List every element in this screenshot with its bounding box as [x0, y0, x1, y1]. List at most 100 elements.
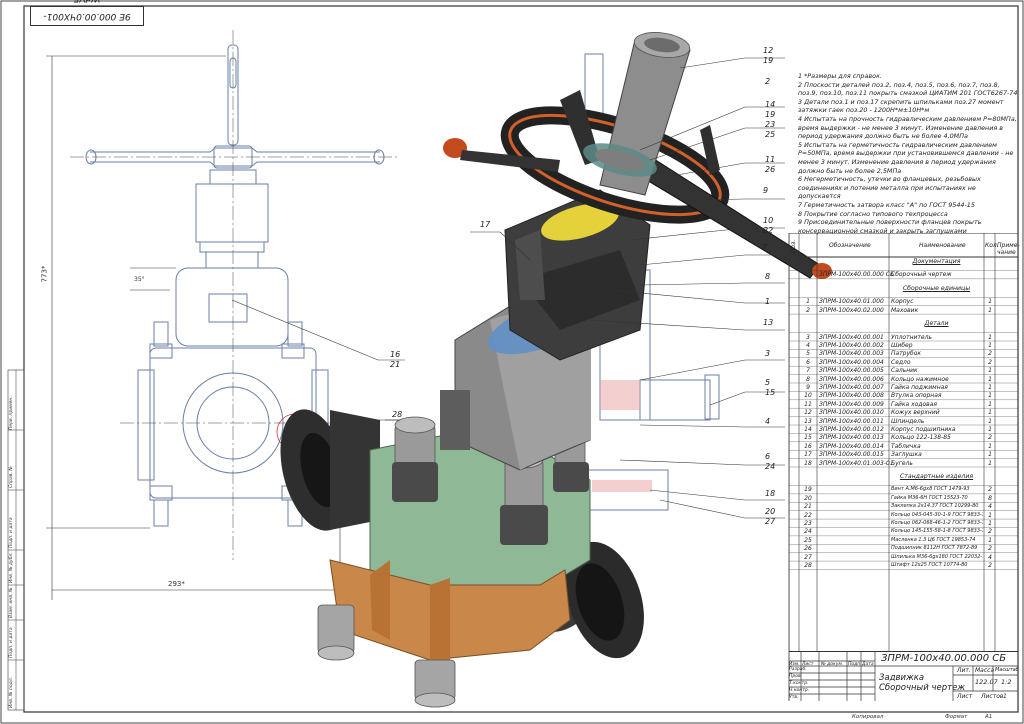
- callout: 17: [480, 220, 490, 230]
- bom-code: ЗПРМ-100х40.00.009: [819, 400, 884, 408]
- bom-name: Шибер: [891, 342, 913, 349]
- bom-code: ЗПРМ-100х40.00.011: [819, 417, 884, 425]
- callout-sub-number: 24: [765, 462, 776, 471]
- side-field-label: Подп. и дата: [9, 627, 14, 658]
- callout: 7: [762, 243, 767, 253]
- bom-name: Масленка 1.3 Ц6 ГОСТ 19853-74: [891, 536, 976, 543]
- bom-qty: 1: [988, 306, 992, 314]
- callout: 5 15: [765, 378, 775, 398]
- bom-code: ЗПРМ-100х40.00.005: [819, 367, 884, 375]
- bom-pos: 19: [804, 486, 812, 494]
- bom-pos: 11: [804, 400, 812, 408]
- callout-number: 14: [765, 100, 776, 109]
- bom-pos: 22: [804, 511, 812, 519]
- height-dimension-label: 773*: [40, 265, 49, 283]
- bom-name: Сальник: [891, 367, 918, 375]
- format-value: А1: [985, 714, 993, 720]
- bom-name: Кольцо 062-068-46-1-2 ГОСТ 9833-73: [891, 520, 983, 527]
- bom-qty: 1: [988, 409, 992, 417]
- bom-name: Уплотнитель: [891, 333, 932, 341]
- bom-pos: 2: [806, 306, 810, 314]
- side-field-label: Инв. № подл.: [9, 676, 14, 708]
- bom-qty: 1: [988, 536, 992, 544]
- bom-qty: 4: [988, 503, 992, 511]
- bom-code: ЗПРМ-100х40.02.000: [819, 306, 884, 314]
- bom-code: ЗПРМ-100х40.00.006: [819, 375, 884, 383]
- callout-number: 16: [390, 350, 401, 359]
- bom-qty: 1: [988, 333, 992, 341]
- bom-code: ЗПРМ-100х40.00.012: [819, 426, 884, 433]
- callout-number: 1: [765, 297, 771, 306]
- bom-code: ЗПРМ-100х40.00.014: [819, 442, 884, 450]
- bom-qty: 2: [988, 358, 992, 366]
- bom-qty: 1: [988, 392, 992, 400]
- title-block-lines: [789, 651, 1018, 701]
- bom-name: Кожух верхний: [891, 409, 940, 417]
- bom-qty: 4: [988, 553, 992, 561]
- bom-qty: 2: [988, 545, 992, 553]
- side-field-label: Инв. № дубл.: [9, 552, 14, 583]
- bom-qty: 1: [988, 375, 992, 383]
- technical-notes: 1 *Размеры для справок. 2 Плоскости детал…: [798, 72, 1018, 235]
- callout-number: 5: [765, 378, 771, 387]
- bom-name: Гайка ходовая: [891, 400, 937, 408]
- valve-3d: [280, 32, 832, 708]
- callout-number: 28: [392, 410, 403, 419]
- note-line: 7 Герметичность затвора класс "А" по ГОС…: [798, 200, 975, 209]
- bom-pos: 20: [804, 494, 812, 502]
- callout-number: 13: [763, 318, 774, 327]
- bom-code: ЗПРМ-100х40.00.015: [819, 451, 884, 459]
- bom-header-note: Приме-чание: [997, 242, 1020, 256]
- bom-name: Гайка М36-6Н ГОСТ 15523-70: [891, 494, 968, 501]
- callout: 12 19: [763, 46, 773, 66]
- bom-qty: 1: [988, 451, 992, 459]
- bom-qty: 1: [988, 511, 992, 519]
- side-field-label: Перв. примен.: [9, 396, 14, 430]
- bom-pos: 21: [804, 503, 812, 511]
- bom-name: Заглушка: [891, 451, 922, 459]
- bom-qty: 2: [988, 486, 992, 494]
- note-line: 8 Покрытие согласно типового техпроцесса: [798, 209, 948, 218]
- bom-pos: 18: [804, 459, 812, 467]
- bom-code: ЗПРМ-100х40.00.002: [819, 342, 884, 349]
- bom-code: ЗПРМ-100х40.00.001: [819, 333, 884, 341]
- bom-pos: 4: [806, 342, 810, 349]
- bom-name: Штифт 12х25 ГОСТ 10774-80: [891, 562, 968, 569]
- callout-number: 23: [765, 120, 776, 129]
- copied-label: Копировал: [852, 714, 884, 720]
- callout-sub-number: 26: [765, 165, 776, 174]
- dimension-lines: [46, 55, 341, 600]
- bom-qty: 1: [988, 367, 992, 375]
- bom-section-title: Стандартные изделия: [899, 473, 974, 481]
- bom-name: Гайка поджимная: [891, 384, 948, 391]
- bom-qty: 1: [988, 426, 992, 433]
- bom-pos: 15: [804, 434, 812, 442]
- callout: 10 22: [763, 216, 773, 236]
- callout: 1: [765, 297, 770, 307]
- bom-name: Патрубок: [891, 350, 922, 358]
- bom-qty: 1: [988, 298, 992, 306]
- callout-number: 2: [765, 77, 771, 86]
- callout: 13: [763, 318, 773, 328]
- callout-number: 20: [765, 507, 776, 516]
- callout: 9: [763, 186, 768, 196]
- bom-name: Корпус: [891, 298, 914, 306]
- bom-code: ЗПРМ-100х40.00.003: [819, 350, 884, 358]
- format-label: Формат: [945, 714, 968, 720]
- bom-pos: 28: [804, 562, 812, 570]
- bom-qty: 1: [988, 442, 992, 450]
- bom-name: Кольцо 122-138-85: [891, 434, 951, 442]
- callout-number: 11: [765, 155, 776, 164]
- bom-name: Кольцо 043-045-30-1-9 ГОСТ 9833-73: [891, 511, 983, 518]
- bom-qty: 8: [988, 494, 992, 502]
- bom-pos: 3: [806, 333, 810, 341]
- bom-pos: 1: [806, 298, 810, 306]
- callout: 4: [765, 417, 770, 427]
- bom-pos: 27: [804, 553, 812, 561]
- bom-qty: 1: [988, 459, 992, 467]
- bom-name: Шпиндель: [891, 417, 925, 425]
- bom-name: Кольцо 145-155-58-1-8 ГОСТ 9833-73: [891, 528, 983, 535]
- callout: 2: [765, 77, 770, 87]
- callout-sub-number: 19: [763, 56, 774, 65]
- bom-name: Втулка опорная: [891, 392, 942, 400]
